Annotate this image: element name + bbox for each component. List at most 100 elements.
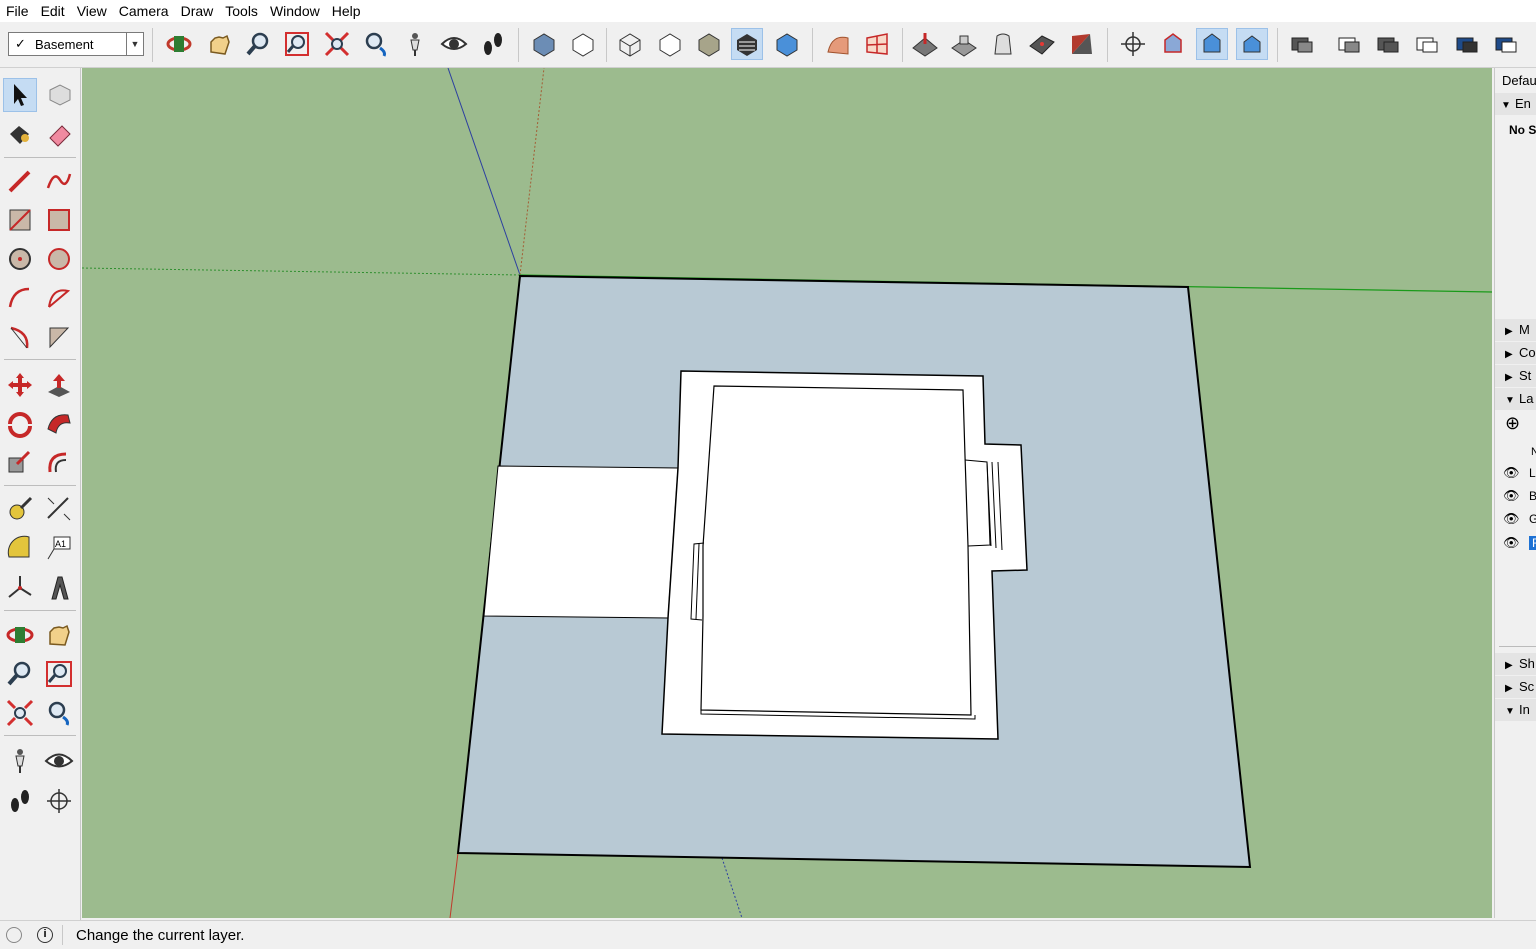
monochrome-icon[interactable] — [771, 28, 803, 60]
layers-header[interactable]: ▼ La — [1495, 388, 1536, 410]
previous-icon[interactable] — [42, 696, 76, 730]
shaded-icon[interactable] — [693, 28, 725, 60]
axes-icon[interactable] — [1117, 28, 1149, 60]
solid-subtract-icon[interactable] — [1490, 28, 1522, 60]
three-point-arc-icon[interactable] — [42, 320, 76, 354]
position-camera-icon[interactable] — [3, 744, 37, 778]
zoom-extents-icon[interactable] — [321, 28, 353, 60]
rectangle-icon[interactable] — [3, 203, 37, 237]
iso-view-icon[interactable] — [1157, 28, 1189, 60]
menu-view[interactable]: View — [71, 0, 113, 22]
front-view-icon[interactable] — [1236, 28, 1268, 60]
info-icon[interactable]: i — [37, 927, 53, 943]
polygon-icon[interactable] — [42, 242, 76, 276]
instructor-header[interactable]: ▼ In — [1495, 699, 1536, 721]
pan-icon[interactable] — [203, 28, 235, 60]
previous-view-icon[interactable] — [360, 28, 392, 60]
drawing-viewport[interactable] — [82, 68, 1492, 918]
zoom-icon[interactable] — [3, 657, 37, 691]
walk-icon[interactable] — [477, 28, 509, 60]
flip-edge-icon[interactable] — [1066, 28, 1098, 60]
look-around-icon[interactable] — [42, 744, 76, 778]
zoom-window-icon[interactable] — [42, 657, 76, 691]
menu-edit[interactable]: Edit — [35, 0, 71, 22]
select-icon[interactable] — [3, 78, 37, 112]
pan-icon[interactable] — [42, 618, 76, 652]
follow-me-icon[interactable] — [42, 407, 76, 441]
add-detail-icon[interactable] — [1026, 28, 1058, 60]
back-edges-icon[interactable] — [567, 28, 599, 60]
eye-icon[interactable]: 👁 — [1503, 462, 1529, 484]
materials-header[interactable]: ▶ M — [1495, 319, 1536, 341]
sandbox-from-contours-icon[interactable] — [822, 28, 854, 60]
move-icon[interactable] — [3, 368, 37, 402]
dimension-icon[interactable] — [42, 492, 76, 526]
section-plane-icon[interactable] — [42, 784, 76, 818]
section-cut-icon[interactable] — [1333, 28, 1365, 60]
menu-help[interactable]: Help — [326, 0, 367, 22]
shadows-header[interactable]: ▶ Sh — [1495, 653, 1536, 675]
xray-icon[interactable] — [528, 28, 560, 60]
shaded-textures-icon[interactable] — [731, 28, 763, 60]
protractor-icon[interactable] — [3, 531, 37, 565]
menu-file[interactable]: File — [0, 0, 35, 22]
chevron-down-icon[interactable]: ▼ — [126, 33, 143, 55]
layer-dropdown[interactable]: ✓ Basement ▼ — [8, 32, 144, 56]
section-fill-icon[interactable] — [1372, 28, 1404, 60]
styles-header[interactable]: ▶ St — [1495, 365, 1536, 387]
axes-icon[interactable] — [3, 571, 37, 605]
text-icon[interactable]: A1 — [42, 531, 76, 565]
section-plane-icon[interactable] — [1286, 28, 1318, 60]
eye-icon[interactable]: 👁 — [1503, 485, 1529, 507]
tape-measure-icon[interactable] — [3, 492, 37, 526]
eraser-icon[interactable] — [42, 118, 76, 152]
entity-info-header[interactable]: ▼ En — [1495, 93, 1536, 115]
orbit-icon[interactable] — [163, 28, 195, 60]
zoom-icon[interactable] — [242, 28, 274, 60]
layer-row[interactable]: 👁G — [1503, 508, 1536, 530]
freehand-icon[interactable] — [42, 164, 76, 198]
zoom-extents-icon[interactable] — [3, 696, 37, 730]
rotated-rectangle-icon[interactable] — [42, 203, 76, 237]
solid-union-icon[interactable] — [1451, 28, 1483, 60]
layer-row-selected[interactable]: 👁F — [1503, 532, 1536, 554]
section-display-icon[interactable] — [1411, 28, 1443, 60]
look-around-icon[interactable] — [438, 28, 470, 60]
offset-icon[interactable] — [42, 446, 76, 480]
walk-icon[interactable] — [3, 784, 37, 818]
line-icon[interactable] — [3, 164, 37, 198]
make-component-icon[interactable] — [42, 78, 76, 112]
walkway-slab[interactable] — [483, 465, 679, 619]
stamp-icon[interactable] — [948, 28, 980, 60]
smoove-icon[interactable] — [909, 28, 941, 60]
components-header[interactable]: ▶ Co — [1495, 342, 1536, 364]
drape-icon[interactable] — [987, 28, 1019, 60]
orbit-icon[interactable] — [3, 618, 37, 652]
top-view-icon[interactable] — [1196, 28, 1228, 60]
layer-row[interactable]: 👁B — [1503, 485, 1536, 507]
two-point-arc-icon[interactable] — [42, 281, 76, 315]
menu-window[interactable]: Window — [264, 0, 326, 22]
eye-icon[interactable]: 👁 — [1503, 508, 1529, 530]
layer-row[interactable]: 👁 L — [1503, 462, 1536, 484]
3d-text-icon[interactable] — [42, 571, 76, 605]
scenes-header[interactable]: ▶ Sc — [1495, 676, 1536, 698]
arc-icon[interactable] — [3, 281, 37, 315]
push-pull-icon[interactable] — [42, 368, 76, 402]
paint-bucket-icon[interactable] — [3, 118, 37, 152]
position-camera-icon[interactable] — [399, 28, 431, 60]
inner-floor-slab[interactable] — [700, 385, 972, 716]
zoom-window-icon[interactable] — [281, 28, 313, 60]
wireframe-icon[interactable] — [614, 28, 646, 60]
scale-icon[interactable] — [3, 446, 37, 480]
pie-icon[interactable] — [3, 320, 37, 354]
geo-location-icon[interactable] — [6, 927, 22, 943]
menu-tools[interactable]: Tools — [219, 0, 264, 22]
add-layer-icon[interactable]: ⊕ — [1505, 412, 1536, 434]
menu-camera[interactable]: Camera — [113, 0, 175, 22]
rotate-icon[interactable] — [3, 407, 37, 441]
circle-icon[interactable] — [3, 242, 37, 276]
sandbox-from-scratch-icon[interactable] — [861, 28, 893, 60]
eye-icon[interactable]: 👁 — [1503, 532, 1529, 554]
hidden-line-icon[interactable] — [654, 28, 686, 60]
